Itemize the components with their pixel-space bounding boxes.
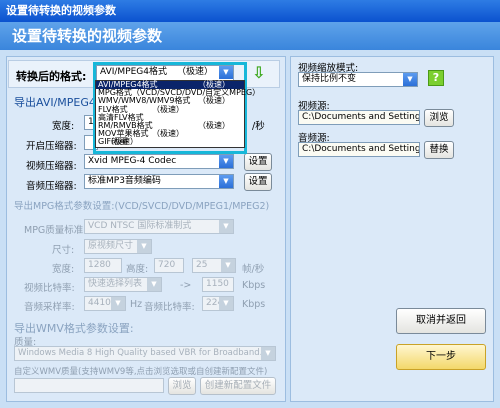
help-icon[interactable]: ? [428,70,444,86]
mpg-asample-label: 音频采样率: [24,302,75,313]
mpg-vbitrate-select[interactable]: 快速选择列表 ▼ [84,277,162,292]
format-label: 转换后的格式: [16,70,87,83]
avi-per-sec: /秒 [252,121,265,132]
wmv-browse-button[interactable]: 浏览 [168,377,196,395]
mpg-hz: Hz [130,299,143,310]
mpg-abitrate-label: 音频比特率: [144,302,195,313]
mpg-width-label: 宽度: [52,264,75,275]
scale-mode-select[interactable]: 保持比例不变 ▼ [298,72,418,87]
mpg-height-field[interactable]: 720 [154,258,184,273]
mpg-size-label: 尺寸: [52,245,75,256]
video-codec-settings-button[interactable]: 设置 [244,153,272,171]
wmv-custom-field[interactable] [14,378,164,393]
mpg-quality-label: MPG质量标准: [24,225,87,236]
wmv-custom-text: 自定义WMV质量(支持WMV9等,点击浏览选取或自创建新配置文件) [14,367,268,377]
audio-codec-settings-button[interactable]: 设置 [244,173,272,191]
audio-codec-label: 音频压缩器: [26,181,77,192]
window-title: 设置待转换的视频参数 [0,0,500,22]
chevron-down-icon[interactable]: ▼ [219,175,233,188]
mpg-kbps: Kbps [242,280,266,291]
mpg-size-select[interactable]: 原视频尺寸 ▼ [84,239,152,254]
audio-src-field[interactable]: C:\Documents and Settings\xiaofei [298,142,420,157]
mpg-width-field[interactable]: 1280 [84,258,122,273]
mpg-arrow: -> [180,280,192,291]
mpg-quality-select[interactable]: VCD NTSC 国际标准制式 ▼ [84,219,234,234]
avi-width-label: 宽度: [52,121,75,132]
audio-codec-select[interactable]: 标准MP3音频编码 ▼ [84,174,234,189]
video-browse-button[interactable]: 浏览 [424,109,454,127]
audio-replace-button[interactable]: 替换 [424,141,454,159]
cancel-return-button[interactable]: 取消并返回 [396,308,486,334]
video-src-field[interactable]: C:\Documents and Settings\xiaofei [298,110,420,125]
arrow-down-icon: ⇩ [252,63,266,82]
mpg-vbitrate-label: 视频比特率: [24,283,75,294]
chevron-down-icon[interactable]: ▼ [219,155,233,168]
video-codec-select[interactable]: Xvid MPEG-4 Codec ▼ [84,154,234,169]
wmv-quality-select[interactable]: Windows Media 8 High Quality based VBR f… [14,346,276,361]
avi-section-title: 导出AVI/MPEG4 [14,96,96,109]
format-option[interactable]: GIF动画 [96,138,244,146]
mpg-abitrate-select[interactable]: 224 ▼ [202,296,234,311]
format-menu: AVI/MPEG4格式 （极速） MPG格式（VCD/SVCD/DVD/自定义MP… [95,80,260,148]
chevron-down-icon[interactable]: ▼ [403,73,417,86]
mpg-height-label: 高度: [126,264,149,275]
mpg-fps-unit: 帧/秒 [242,264,265,275]
mpg-asample-select[interactable]: 44100 ▼ [84,296,126,311]
mpg-vbitrate-field[interactable]: 1150 [202,277,234,292]
mpg-section-title: 导出MPG格式参数设置:(VCD/SVCD/DVD/MPEG1/MPEG2) [14,201,270,212]
next-button[interactable]: 下一步 [396,344,486,370]
page-title: 设置待转换的视频参数 [0,22,500,50]
video-codec-label: 视频压缩器: [26,161,77,172]
avi-opening-label: 开启压缩器: [26,141,77,152]
mpg-kbps2: Kbps [242,299,266,310]
mpg-fps-select[interactable]: 25 ▼ [192,258,236,273]
wmv-create-button[interactable]: 创建新配置文件 [200,377,276,395]
